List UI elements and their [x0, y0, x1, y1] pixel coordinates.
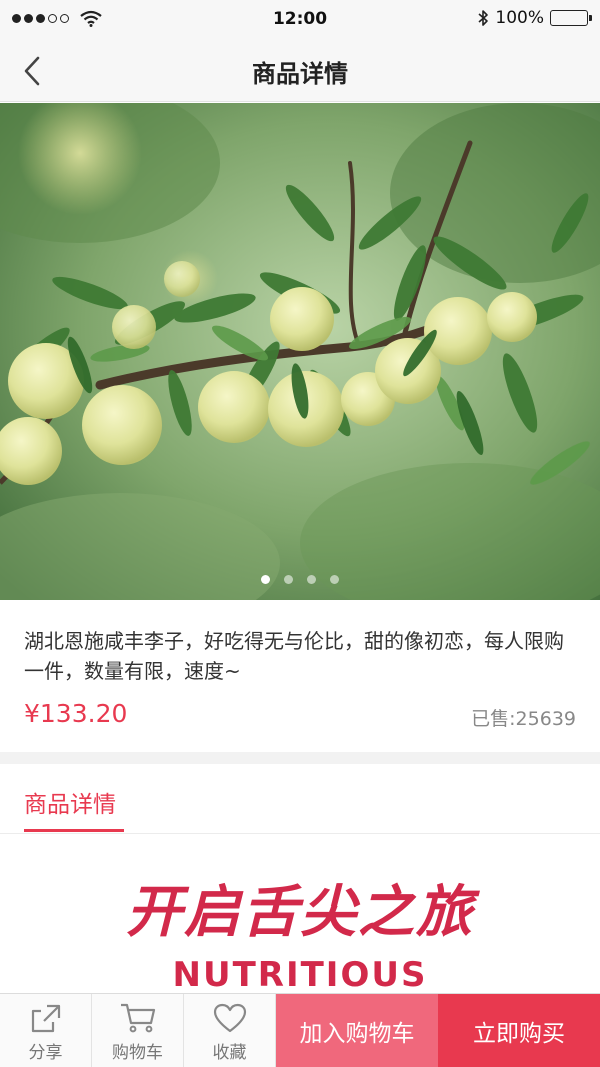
carousel-pager[interactable]	[0, 575, 600, 584]
heart-icon	[213, 1003, 246, 1033]
status-right: 100%	[477, 8, 592, 28]
buy-now-button[interactable]: 立即购买	[438, 994, 600, 1067]
tab-product-detail[interactable]: 商品详情	[24, 785, 116, 819]
favorite-button[interactable]: 收藏	[184, 994, 276, 1067]
pager-dot[interactable]	[307, 575, 316, 584]
back-button[interactable]	[14, 52, 54, 90]
product-image-carousel[interactable]	[0, 103, 600, 600]
detail-banner-title: 开启舌尖之旅	[126, 880, 474, 945]
pager-dot[interactable]	[330, 575, 339, 584]
tab-active-indicator	[24, 829, 124, 832]
cart-button[interactable]: 购物车	[92, 994, 184, 1067]
share-label: 分享	[28, 1043, 63, 1063]
product-title: 湖北恩施咸丰李子，好吃得无与伦比，甜的像初恋，每人限购一件，数量有限，速度~	[24, 629, 564, 683]
status-bar: 12:00 100%	[0, 0, 600, 40]
detail-tab-bar: 商品详情	[0, 764, 600, 834]
detail-content: 开启舌尖之旅 NUTRITIOUS	[0, 835, 600, 995]
page-title: 商品详情	[252, 60, 348, 88]
share-button[interactable]: 分享	[0, 994, 92, 1067]
pager-dot-active[interactable]	[261, 575, 270, 584]
battery-percent: 100%	[495, 8, 544, 28]
product-price: ¥133.20	[24, 699, 128, 728]
share-icon	[31, 1004, 60, 1033]
pager-dot[interactable]	[284, 575, 293, 584]
section-divider	[0, 752, 600, 764]
navigation-bar: 商品详情	[0, 40, 600, 102]
detail-banner-subtitle: NUTRITIOUS	[172, 955, 428, 995]
shopping-cart-icon	[120, 1003, 155, 1033]
cart-label: 购物车	[112, 1043, 163, 1063]
bottom-action-bar: 分享 购物车 收藏 加入购物车 立即购买	[0, 993, 600, 1067]
product-info: 湖北恩施咸丰李子，好吃得无与伦比，甜的像初恋，每人限购一件，数量有限，速度~ ¥…	[0, 600, 600, 752]
battery-icon	[550, 10, 592, 26]
favorite-label: 收藏	[212, 1043, 247, 1063]
sold-count: 已售:25639	[471, 708, 576, 730]
chevron-left-icon	[24, 56, 40, 86]
product-photo	[0, 103, 600, 600]
add-to-cart-button[interactable]: 加入购物车	[276, 994, 438, 1067]
bluetooth-icon	[478, 10, 489, 26]
